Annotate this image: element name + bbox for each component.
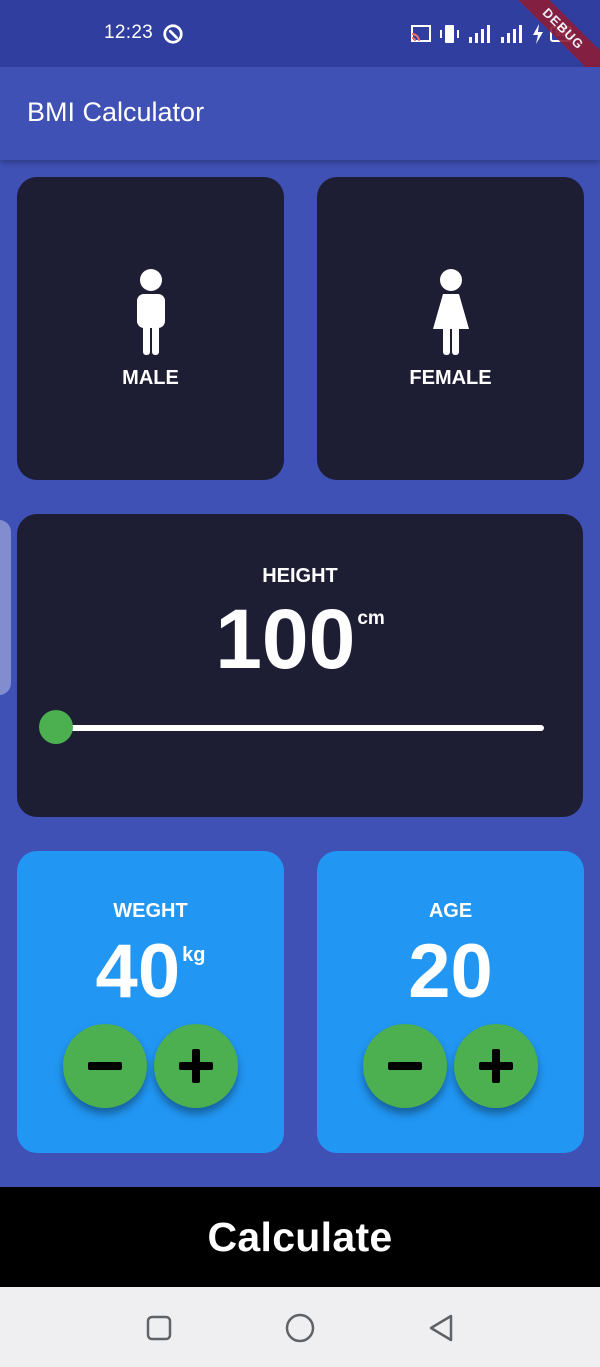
weight-increment-button[interactable] [154,1024,238,1108]
age-value: 20 [408,929,493,1014]
height-label: HEIGHT [262,565,338,587]
female-label: FEMALE [409,367,492,389]
at-sign-icon [163,24,183,44]
calculate-button[interactable]: Calculate [0,1187,600,1287]
recents-button[interactable] [144,1313,174,1343]
height-slider-thumb[interactable] [39,710,73,744]
age-decrement-button[interactable] [363,1024,447,1108]
age-card: AGE 20 [317,851,584,1153]
back-button[interactable] [426,1313,456,1343]
height-card: HEIGHT 100 cm [17,514,583,817]
status-bar: 12:23 99 [0,0,600,67]
male-icon [136,269,165,355]
edge-panel-handle[interactable] [0,520,11,695]
signal-icon [501,25,522,43]
status-time: 12:23 [104,22,154,43]
male-card[interactable]: MALE [17,177,284,480]
male-label: MALE [122,367,179,389]
plus-icon [179,1049,213,1083]
weight-value: 40 [95,929,181,1014]
age-label: AGE [428,900,473,922]
back-icon [429,1314,453,1342]
age-readout: 20 [317,931,584,1013]
system-nav-bar [0,1287,600,1367]
height-readout: 100 cm [17,594,583,684]
calculate-label: Calculate [207,1213,393,1260]
weight-readout: 40 kg [17,931,284,1013]
female-icon [432,269,469,355]
weight-decrement-button[interactable] [63,1024,147,1108]
signal-icon [469,25,490,43]
minus-icon [388,1062,422,1070]
recents-icon [146,1315,172,1341]
weight-card: WEGHT 40 kg [17,851,284,1153]
female-card[interactable]: FEMALE [317,177,584,480]
height-unit: cm [357,608,385,629]
age-increment-button[interactable] [454,1024,538,1108]
weight-unit: kg [182,944,206,966]
minus-icon [88,1062,122,1070]
home-icon [285,1313,315,1343]
home-button[interactable] [285,1313,315,1343]
weight-label: WEGHT [113,900,188,922]
app-bar: BMI Calculator [0,67,600,160]
charging-icon [533,24,543,44]
cast-icon [411,25,431,42]
page-title: BMI Calculator [27,97,205,127]
height-slider-track[interactable] [56,725,544,731]
vibrate-icon [440,25,459,43]
height-value: 100 [215,592,356,686]
plus-icon [479,1049,513,1083]
